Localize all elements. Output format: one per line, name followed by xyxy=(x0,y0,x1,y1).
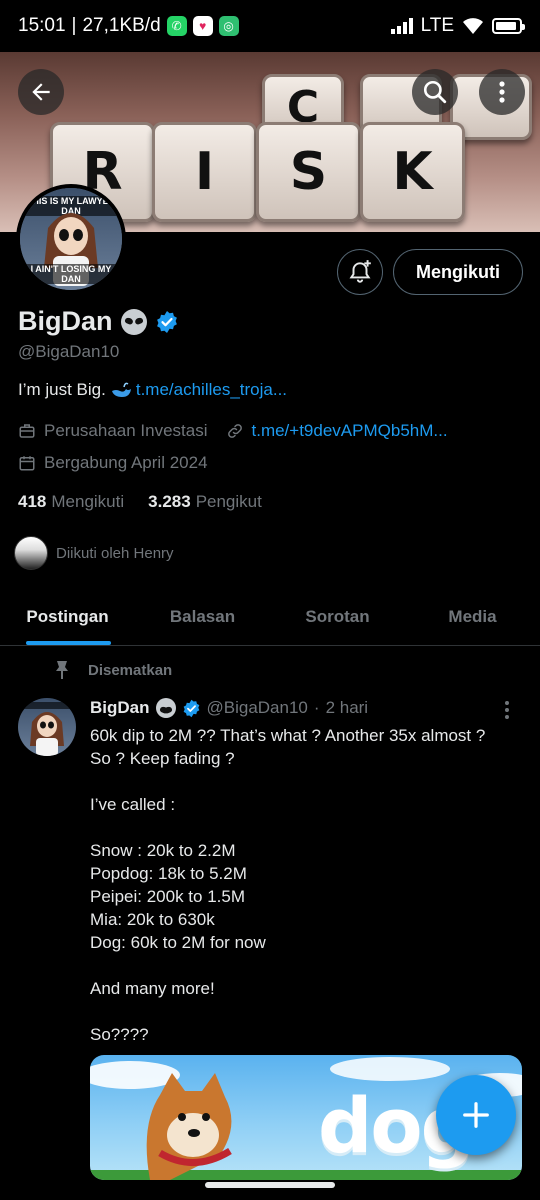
post-line xyxy=(90,954,522,977)
banner-tile: S xyxy=(256,122,361,222)
home-indicator[interactable] xyxy=(205,1182,335,1188)
calendar-icon xyxy=(19,456,35,471)
profile-handle: @BigaDan10 xyxy=(18,342,120,361)
signal-icon xyxy=(390,18,413,34)
post-author-handle: @BigaDan10 xyxy=(206,698,308,717)
profile-avatar[interactable]: THIS IS MY LAWYER DAN I AIN'T LOSING MY … xyxy=(16,184,126,294)
post-author-avatar[interactable] xyxy=(18,698,76,756)
tab-posts[interactable]: Postingan xyxy=(0,588,135,645)
search-icon xyxy=(423,80,447,104)
profile-joined-row: Bergabung April 2024 xyxy=(18,453,208,473)
verified-badge-icon xyxy=(183,699,199,717)
profile-tabs: Postingan Balasan Sorotan Media xyxy=(0,588,540,646)
profile-bio: I’m just Big. t.me/achilles_troja... xyxy=(18,380,287,400)
post-header: BigDan @BigaDan10 · 2 hari xyxy=(90,698,368,718)
post-line: Dog: 60k to 2M for now xyxy=(90,933,266,952)
banner-tile: I xyxy=(152,122,257,222)
post-line xyxy=(90,816,522,839)
followed-by-text: Diikuti oleh Henry xyxy=(56,544,174,562)
profile-joined: Bergabung April 2024 xyxy=(44,453,208,472)
status-data-rate: 27,1KB/d xyxy=(82,15,161,36)
post-time: 2 hari xyxy=(325,698,369,717)
post-body: 60k dip to 2M ?? That’s what ? Another 3… xyxy=(90,724,522,1046)
notification-icon: ♥ xyxy=(192,16,213,36)
profile-meta-row: Perusahaan Investasi t.me/+t9devAPMQb5hM… xyxy=(18,421,448,441)
verified-badge-icon[interactable] xyxy=(155,310,179,334)
post-line: Popdog: 18k to 5.2M xyxy=(90,864,247,883)
following-count-link[interactable]: 418 Mengikuti xyxy=(18,492,124,512)
status-right: LTE xyxy=(390,15,525,37)
avatar-caption-bottom: I AIN'T LOSING MY DAN xyxy=(20,264,122,284)
network-type: LTE xyxy=(420,15,454,36)
following-button[interactable]: Mengikuti xyxy=(393,249,523,295)
status-bar: 15:01 | 27,1KB/d ✆ ♥ ◎ LTE xyxy=(0,0,540,52)
post-line: 60k dip to 2M ?? That’s what ? Another 3… xyxy=(90,726,486,745)
post-line: Snow : 20k to 2.2M xyxy=(90,841,236,860)
post-avatar-character xyxy=(18,702,76,756)
following-count: 418 xyxy=(18,492,47,511)
plus-icon xyxy=(463,1102,489,1128)
bio-text: I’m just Big. xyxy=(18,380,106,399)
compose-post-button[interactable] xyxy=(436,1075,516,1155)
status-time: 15:01 xyxy=(18,15,66,36)
post-line: Mia: 20k to 630k xyxy=(90,910,215,929)
app-icon: ◎ xyxy=(218,16,239,36)
post-line: And many more! xyxy=(90,979,215,998)
status-separator: | xyxy=(71,15,77,36)
followers-count-link[interactable]: 3.283 Pengikut xyxy=(148,492,262,512)
following-label: Mengikuti xyxy=(51,492,125,511)
post-dot-separator: · xyxy=(313,698,320,717)
bell-plus-icon xyxy=(349,260,371,283)
pin-icon xyxy=(56,661,68,679)
battery-icon xyxy=(492,18,525,34)
post-line: Peipei: 200k to 1.5M xyxy=(90,887,245,906)
profile-category: Perusahaan Investasi xyxy=(44,421,208,440)
post-line: So ? Keep fading ? xyxy=(90,749,235,768)
whatsapp-icon: ✆ xyxy=(166,16,187,36)
whale-emoji-icon xyxy=(111,382,131,397)
post-author-name[interactable]: BigDan xyxy=(90,698,150,718)
back-arrow-icon xyxy=(32,83,50,101)
followers-count: 3.283 xyxy=(148,492,191,511)
tab-highlights[interactable]: Sorotan xyxy=(270,588,405,645)
post-line xyxy=(90,770,522,793)
alien-emoji-icon xyxy=(120,308,147,335)
profile-name: BigDan xyxy=(18,306,113,336)
post-line: So???? xyxy=(90,1025,149,1044)
followed-by-row[interactable]: Diikuti oleh Henry xyxy=(14,536,174,570)
profile-name-row: BigDan xyxy=(18,306,179,337)
link-icon xyxy=(227,424,242,438)
follower-avatar xyxy=(14,536,48,570)
status-left: 15:01 | 27,1KB/d ✆ ♥ ◎ xyxy=(18,15,239,37)
briefcase-icon xyxy=(19,424,35,438)
alien-emoji-icon xyxy=(155,698,176,718)
more-options-button[interactable] xyxy=(479,69,525,115)
post-more-button[interactable] xyxy=(504,700,510,725)
wifi-icon xyxy=(463,18,483,34)
post-line xyxy=(90,1000,522,1023)
followers-label: Pengikut xyxy=(195,492,262,511)
search-button[interactable] xyxy=(412,69,458,115)
profile-website[interactable]: t.me/+t9devAPMQb5hM... xyxy=(252,421,448,441)
banner-tile: K xyxy=(360,122,465,222)
post-line: I’ve called : xyxy=(90,795,176,814)
tab-replies[interactable]: Balasan xyxy=(135,588,270,645)
pinned-label-row: Disematkan xyxy=(54,660,172,680)
notification-bell-button[interactable] xyxy=(337,249,383,295)
back-button[interactable] xyxy=(18,69,64,115)
pinned-label: Disematkan xyxy=(88,661,173,679)
profile-counts: 418 Mengikuti 3.283 Pengikut xyxy=(18,492,262,512)
bio-link[interactable]: t.me/achilles_troja... xyxy=(136,380,287,400)
tab-media[interactable]: Media xyxy=(405,588,540,645)
avatar-image: THIS IS MY LAWYER DAN I AIN'T LOSING MY … xyxy=(20,188,122,290)
more-vertical-icon xyxy=(499,81,505,103)
more-vertical-icon xyxy=(505,701,509,719)
